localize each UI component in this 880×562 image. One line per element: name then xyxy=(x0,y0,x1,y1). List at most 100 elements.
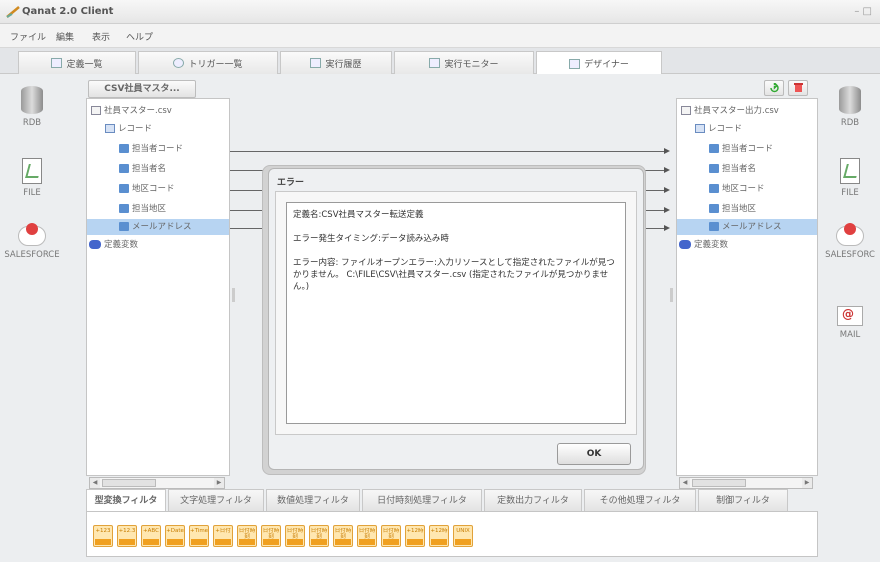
mail-icon xyxy=(837,306,863,326)
mapping-line[interactable] xyxy=(230,151,666,152)
csv-file-icon xyxy=(91,106,101,115)
filter-tab-other[interactable]: その他処理フィルタ xyxy=(584,489,696,511)
tree-item-field[interactable]: 担当者コード xyxy=(119,141,183,157)
error-dialog: エラー 定義名:CSV社員マスター転送定義 エラー発生タイミング:データ読み込み… xyxy=(268,168,644,470)
tree-item-field[interactable]: 地区コード xyxy=(119,181,175,197)
dialog-body: 定義名:CSV社員マスター転送定義 エラー発生タイミング:データ読み込み時 エラ… xyxy=(275,191,637,435)
record-icon xyxy=(695,124,705,133)
delete-button[interactable] xyxy=(788,80,808,96)
tree-item-variables[interactable]: 定義変数 xyxy=(89,237,138,253)
filter-tab-control[interactable]: 制御フィルタ xyxy=(698,489,788,511)
tree-item-variables[interactable]: 定義変数 xyxy=(679,237,728,253)
tree-item-target-file[interactable]: 社員マスター出力.csv xyxy=(681,103,779,119)
tree-item-record[interactable]: レコード xyxy=(695,121,742,137)
tree-item-field[interactable]: 担当地区 xyxy=(709,201,756,217)
source-horizontal-scrollbar[interactable]: ◀ ▶ xyxy=(89,477,225,489)
mapping-arrow-icon xyxy=(664,148,670,154)
filter-button[interactable]: 日付時刻 xyxy=(381,525,401,547)
delete-icon xyxy=(794,83,803,92)
tab-execution-history[interactable]: 実行履歴 xyxy=(280,51,392,74)
target-tree-panel: 社員マスター出力.csv レコード 担当者コード 担当者名 地区コード 担当地区… xyxy=(676,98,818,489)
left-splitter[interactable] xyxy=(232,288,235,302)
list-icon xyxy=(51,58,63,68)
designer-icon xyxy=(569,58,581,69)
field-icon xyxy=(709,164,719,173)
refresh-button[interactable] xyxy=(764,80,784,96)
variable-icon xyxy=(89,240,101,249)
filter-tab-type-conversion[interactable]: 型変換フィルタ xyxy=(86,489,166,511)
tree-item-field-selected[interactable]: メールアドレス xyxy=(87,219,229,235)
monitor-icon xyxy=(429,58,441,68)
title-bar: Qanat 2.0 Client – □ xyxy=(0,0,880,24)
tree-item-field[interactable]: 担当者名 xyxy=(709,161,756,177)
field-icon xyxy=(119,222,129,231)
menu-file[interactable]: ファイル xyxy=(10,30,46,43)
connector-mail-right[interactable]: MAIL xyxy=(818,306,880,340)
field-icon xyxy=(709,184,719,193)
filter-button[interactable]: 日付時刻 xyxy=(285,525,305,547)
app-logo-icon xyxy=(6,6,20,18)
app-title: Qanat 2.0 Client xyxy=(22,6,114,17)
filter-button[interactable]: +12時 xyxy=(429,525,449,547)
connector-rdb[interactable]: RDB xyxy=(0,86,64,128)
filter-tab-datetime[interactable]: 日付時刻処理フィルタ xyxy=(362,489,482,511)
field-icon xyxy=(119,144,129,153)
tree-item-record[interactable]: レコード xyxy=(105,121,152,137)
tree-item-field[interactable]: 担当地区 xyxy=(119,201,166,217)
filter-button[interactable]: +123 xyxy=(93,525,113,547)
tree-item-field[interactable]: 担当者コード xyxy=(709,141,773,157)
filter-tab-string[interactable]: 文字処理フィルタ xyxy=(168,489,264,511)
field-icon xyxy=(709,222,719,231)
filter-button[interactable]: +12.3 xyxy=(117,525,137,547)
filter-button[interactable]: 日付時刻 xyxy=(237,525,257,547)
refresh-icon xyxy=(770,83,779,93)
target-horizontal-scrollbar[interactable]: ◀ ▶ xyxy=(679,477,813,489)
tree-item-field-selected[interactable]: メールアドレス xyxy=(677,219,817,235)
source-resource-button[interactable]: CSV社員マスタ... xyxy=(88,80,196,98)
error-message-text[interactable]: 定義名:CSV社員マスター転送定義 エラー発生タイミング:データ読み込み時 エラ… xyxy=(286,202,626,424)
filter-palette: +123 +12.3 +ABC +Date +Time +日付 日付時刻 日付時… xyxy=(86,511,818,557)
dialog-title: エラー xyxy=(277,178,305,188)
menu-edit[interactable]: 編集 xyxy=(56,30,74,43)
connector-rdb-right[interactable]: RDB xyxy=(818,86,880,128)
window-controls[interactable]: – □ xyxy=(854,6,872,17)
mapping-arrow-icon xyxy=(664,167,670,173)
salesforce-cloud-icon xyxy=(836,223,864,246)
filter-button[interactable]: 日付時刻 xyxy=(333,525,353,547)
menu-view[interactable]: 表示 xyxy=(92,30,110,43)
ok-button[interactable]: OK xyxy=(557,443,631,465)
connector-file-right[interactable]: FILE xyxy=(818,158,880,198)
tab-designer[interactable]: デザイナー xyxy=(536,51,662,75)
filter-tab-numeric[interactable]: 数値処理フィルタ xyxy=(266,489,360,511)
filter-button[interactable]: +Time xyxy=(189,525,209,547)
database-icon xyxy=(21,86,43,114)
variable-icon xyxy=(679,240,691,249)
connector-salesforce[interactable]: SALESFORCE xyxy=(0,223,64,260)
tree-item-source-file[interactable]: 社員マスター.csv xyxy=(91,103,172,119)
filter-button[interactable]: 日付時刻 xyxy=(357,525,377,547)
filter-button[interactable]: +Date xyxy=(165,525,185,547)
menu-help[interactable]: ヘルプ xyxy=(126,30,153,43)
filter-button[interactable]: +ABC xyxy=(141,525,161,547)
mapping-arrow-icon xyxy=(664,225,670,231)
field-icon xyxy=(709,144,719,153)
filter-button[interactable]: 日付時刻 xyxy=(261,525,281,547)
tab-definition-list[interactable]: 定義一覧 xyxy=(18,51,136,74)
tab-execution-monitor[interactable]: 実行モニター xyxy=(394,51,534,74)
filter-button[interactable]: +12時 xyxy=(405,525,425,547)
connector-salesforce-right[interactable]: SALESFORC xyxy=(818,223,880,260)
file-icon xyxy=(22,158,42,184)
tree-item-field[interactable]: 地区コード xyxy=(709,181,765,197)
connector-file[interactable]: FILE xyxy=(0,158,64,198)
right-splitter[interactable] xyxy=(670,288,673,302)
filter-tab-constant[interactable]: 定数出力フィルタ xyxy=(484,489,582,511)
tree-item-field[interactable]: 担当者名 xyxy=(119,161,166,177)
field-icon xyxy=(709,204,719,213)
main-tab-bar: 定義一覧 トリガー一覧 実行履歴 実行モニター デザイナー xyxy=(0,48,880,75)
filter-button[interactable]: UNIX xyxy=(453,525,473,547)
clock-icon xyxy=(173,58,185,68)
tab-trigger-list[interactable]: トリガー一覧 xyxy=(138,51,278,74)
mapping-arrow-icon xyxy=(664,187,670,193)
filter-button[interactable]: 日付時刻 xyxy=(309,525,329,547)
filter-button[interactable]: +日付 xyxy=(213,525,233,547)
